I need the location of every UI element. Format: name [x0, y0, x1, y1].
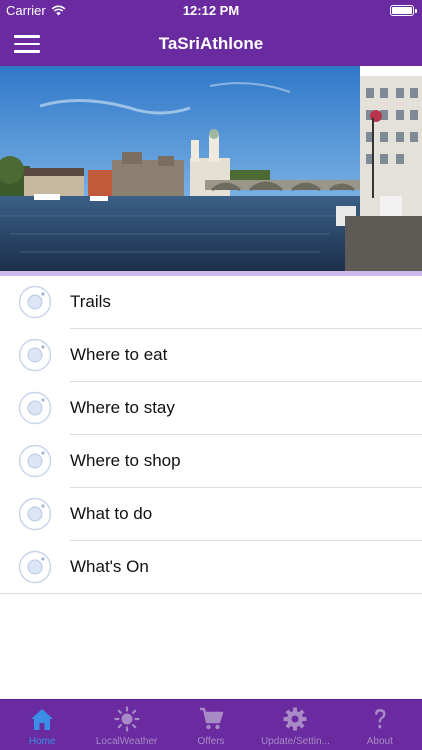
gear-icon [283, 707, 307, 731]
menu-item-whats-on[interactable]: What's On [0, 541, 422, 594]
menu-item-label: Where to stay [70, 398, 175, 417]
menu-list: Trails Where to eat Where to stay Where … [0, 276, 422, 594]
menu-bullet-icon [18, 444, 52, 478]
menu-item-where-to-stay[interactable]: Where to stay [0, 382, 422, 435]
menu-bullet-icon [18, 285, 52, 319]
home-icon [31, 709, 54, 730]
menu-item-what-to-do[interactable]: What to do [0, 488, 422, 541]
hero-image [0, 66, 422, 271]
tab-home[interactable]: Home [0, 700, 84, 750]
clock: 12:12 PM [182, 3, 240, 18]
battery-icon [390, 5, 417, 16]
menu-bullet-icon [18, 497, 52, 531]
sun-icon [114, 706, 140, 732]
menu-bullet-icon [18, 391, 52, 425]
app-title: TaSriAthlone [158, 34, 264, 53]
status-bar: Carrier 12:12 PM [0, 0, 422, 22]
cart-icon [200, 707, 224, 730]
menu-bullet-icon [18, 338, 52, 372]
tab-label: LocalWeather [95, 736, 158, 747]
tab-bar: Home LocalWeather Offers Update/Settin..… [0, 699, 422, 750]
town-river-photo [0, 66, 422, 271]
tab-label: Home [28, 736, 56, 747]
tab-offers[interactable]: Offers [169, 700, 253, 750]
menu-item-trails[interactable]: Trails [0, 276, 422, 329]
question-icon [374, 709, 386, 729]
tab-update-settings[interactable]: Update/Settin... [253, 700, 337, 750]
menu-item-where-to-eat[interactable]: Where to eat [0, 329, 422, 382]
menu-item-label: What's On [70, 557, 149, 576]
row-separator [0, 593, 422, 594]
tab-label: Offers [197, 736, 225, 747]
tab-local-weather[interactable]: LocalWeather [84, 700, 168, 750]
tab-label: Update/Settin... [260, 736, 330, 747]
menu-item-label: Where to shop [70, 451, 181, 470]
tab-label: About [366, 736, 393, 747]
menu-item-label: What to do [70, 504, 153, 523]
tab-about[interactable]: About [338, 700, 422, 750]
menu-item-where-to-shop[interactable]: Where to shop [0, 435, 422, 488]
menu-item-label: Trails [70, 292, 111, 311]
navigation-bar: TaSriAthlone [0, 22, 422, 66]
menu-item-label: Where to eat [70, 345, 168, 364]
menu-bullet-icon [18, 550, 52, 584]
